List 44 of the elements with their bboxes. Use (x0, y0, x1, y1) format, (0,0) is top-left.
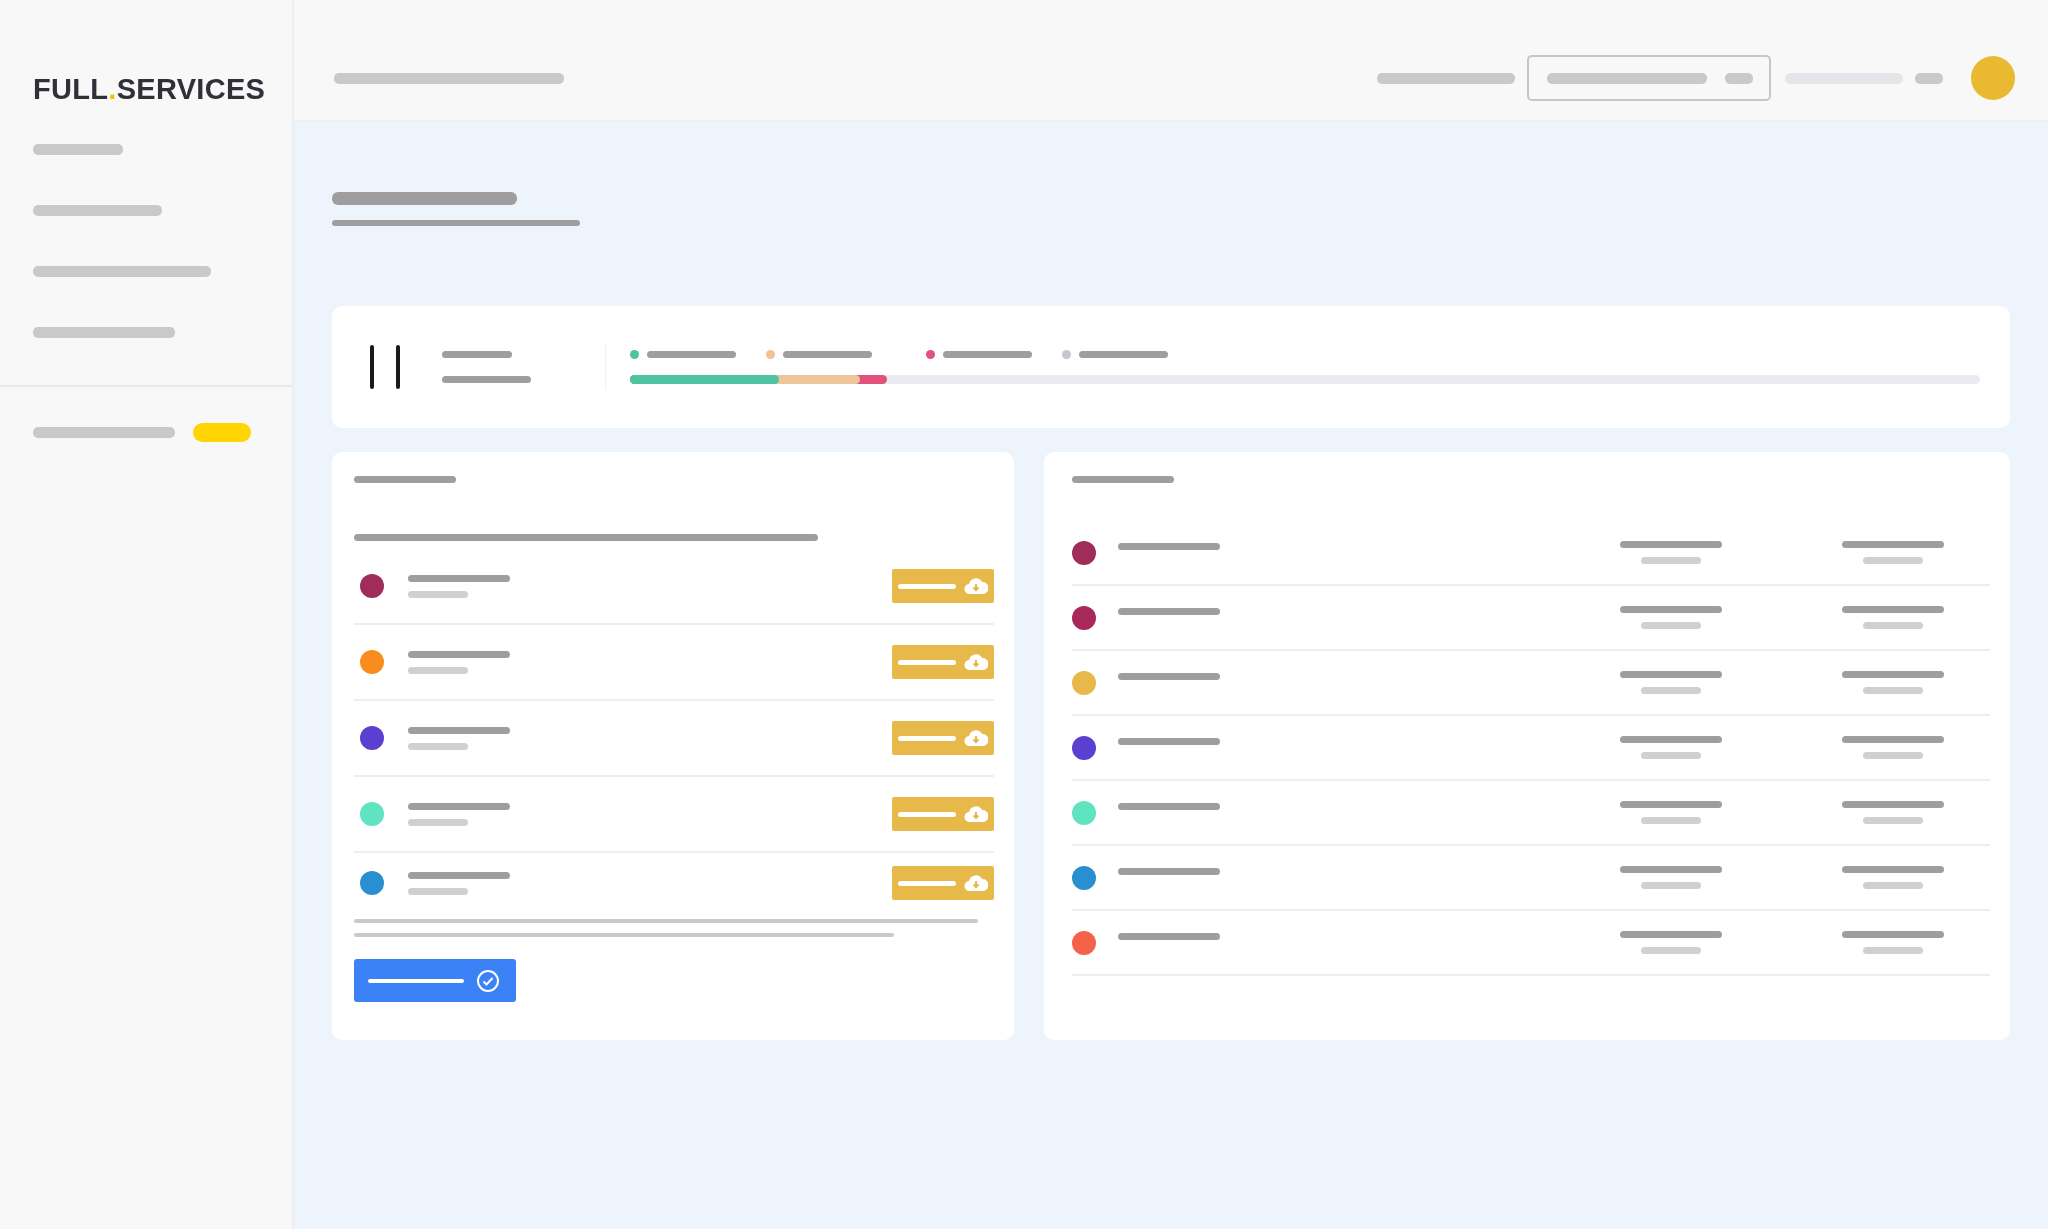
nav-item-placeholder[interactable] (33, 205, 162, 216)
download-button[interactable] (892, 569, 994, 603)
text-placeholder (408, 590, 468, 598)
brand-logo: FULL.SERVICES (33, 72, 266, 106)
table-cell-placeholder (1641, 817, 1701, 824)
nav-item-placeholder[interactable] (33, 427, 175, 438)
cloud-download-icon (964, 804, 988, 824)
table-cell-placeholder (1863, 557, 1923, 564)
confirm-button[interactable] (354, 959, 516, 1002)
avatar[interactable] (1971, 56, 2015, 100)
text-placeholder (408, 887, 468, 895)
text-placeholder (408, 742, 468, 750)
cloud-download-icon (964, 728, 988, 748)
text-placeholder (408, 666, 468, 674)
nav-item-placeholder[interactable] (33, 144, 123, 155)
table-cell-placeholder (1863, 817, 1923, 824)
download-button[interactable] (892, 797, 994, 831)
two-bars-icon (368, 343, 402, 391)
table-cell-placeholder (1641, 882, 1701, 889)
nav-item-placeholder[interactable] (33, 327, 175, 338)
text-placeholder (442, 351, 512, 358)
cloud-download-icon (964, 652, 988, 672)
download-button[interactable] (892, 721, 994, 755)
search-field[interactable] (1527, 55, 1771, 101)
table-cell-placeholder (1863, 622, 1923, 629)
table-cell-placeholder (1641, 752, 1701, 759)
table-cell-placeholder (1863, 687, 1923, 694)
table-cell-placeholder (1641, 687, 1701, 694)
header-link-placeholder[interactable] (1915, 72, 1943, 84)
table-cell-placeholder (1863, 947, 1923, 954)
header-link-placeholder[interactable] (1377, 72, 1515, 84)
table-cell-placeholder (1863, 882, 1923, 889)
download-button[interactable] (892, 866, 994, 900)
table-cell-placeholder (1641, 947, 1701, 954)
table-cell-placeholder (1641, 557, 1701, 564)
cloud-download-icon (964, 576, 988, 596)
text-placeholder (408, 818, 468, 826)
table-cell-placeholder (1863, 752, 1923, 759)
nav-item-placeholder[interactable] (33, 266, 211, 277)
check-circle-icon (476, 968, 500, 993)
badge (193, 423, 251, 442)
cloud-download-icon (964, 873, 988, 893)
download-button[interactable] (892, 645, 994, 679)
table-cell-placeholder (1641, 622, 1701, 629)
